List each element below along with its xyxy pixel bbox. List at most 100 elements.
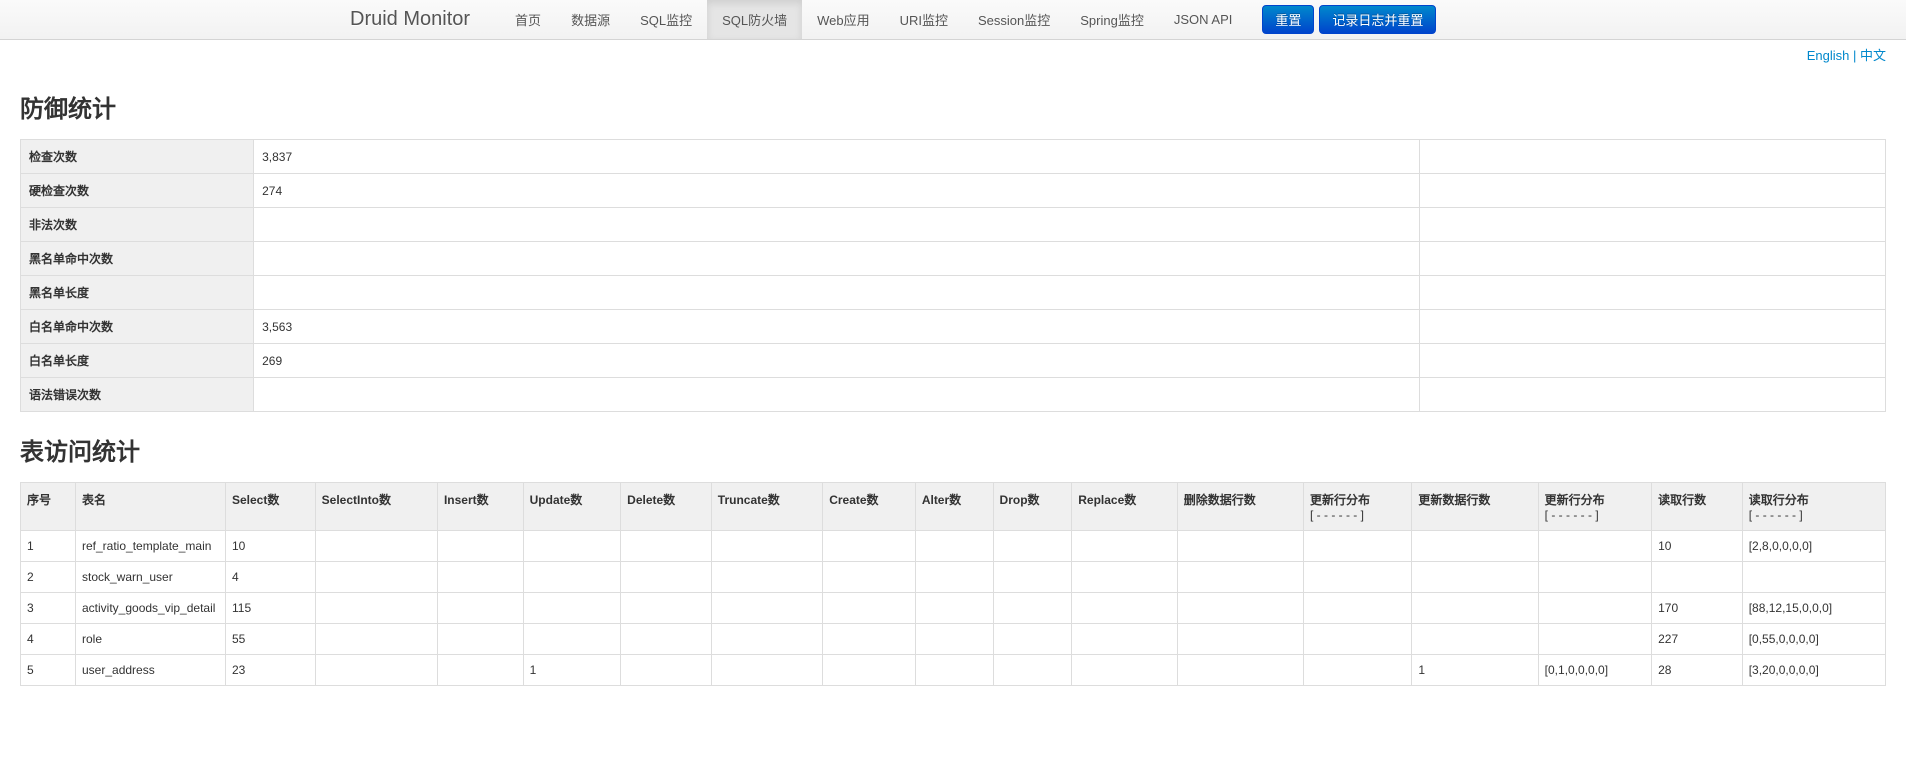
defense-label: 硬检查次数: [21, 174, 254, 208]
defense-spacer: [1419, 174, 1885, 208]
nav-item-2[interactable]: SQL监控: [625, 0, 707, 39]
brand-title: Druid Monitor: [350, 8, 470, 31]
cell-insert: [437, 624, 523, 655]
cell-truncate: [711, 655, 822, 686]
th-delrows[interactable]: 删除数据行数: [1177, 483, 1303, 531]
cell-alter: [915, 562, 993, 593]
nav-item-5[interactable]: URI监控: [885, 0, 963, 39]
cell-updatedist2: [1538, 562, 1651, 593]
log-reset-button[interactable]: 记录日志并重置: [1319, 5, 1436, 34]
defense-row: 检查次数3,837: [21, 140, 1886, 174]
nav-item-7[interactable]: Spring监控: [1065, 0, 1159, 39]
cell-updatedist2: [0,1,0,0,0,0]: [1538, 655, 1651, 686]
cell-insert: [437, 593, 523, 624]
cell-insert: [437, 655, 523, 686]
th-drop[interactable]: Drop数: [993, 483, 1072, 531]
defense-spacer: [1419, 378, 1885, 412]
cell-select: 23: [226, 655, 316, 686]
th-name[interactable]: 表名: [76, 483, 226, 531]
cell-readdist: [0,55,0,0,0,0]: [1742, 624, 1885, 655]
th-replace[interactable]: Replace数: [1072, 483, 1177, 531]
defense-row: 白名单长度269: [21, 344, 1886, 378]
cell-update: [523, 593, 621, 624]
cell-name: user_address: [76, 655, 226, 686]
cell-create: [823, 531, 916, 562]
defense-spacer: [1419, 344, 1885, 378]
th-selectinto[interactable]: SelectInto数: [315, 483, 437, 531]
cell-select: 55: [226, 624, 316, 655]
cell-idx: 1: [21, 531, 76, 562]
cell-updrows: [1412, 562, 1538, 593]
cell-alter: [915, 531, 993, 562]
cell-updatedist: [1303, 562, 1411, 593]
defense-row: 语法错误次数: [21, 378, 1886, 412]
table-header-row: 序号 表名 Select数 SelectInto数 Insert数 Update…: [21, 483, 1886, 531]
cell-name: role: [76, 624, 226, 655]
th-updatedist[interactable]: 更新行分布[ - - - - - - ]: [1303, 483, 1411, 531]
cell-updatedist2: [1538, 531, 1651, 562]
cell-select: 4: [226, 562, 316, 593]
cell-truncate: [711, 624, 822, 655]
cell-readrows: 10: [1652, 531, 1743, 562]
nav-item-4[interactable]: Web应用: [802, 0, 885, 39]
th-delete[interactable]: Delete数: [621, 483, 712, 531]
cell-insert: [437, 531, 523, 562]
table-row: 1ref_ratio_template_main1010[2,8,0,0,0,0…: [21, 531, 1886, 562]
cell-updatedist: [1303, 531, 1411, 562]
cell-select: 115: [226, 593, 316, 624]
defense-label: 检查次数: [21, 140, 254, 174]
cell-updatedist2: [1538, 624, 1651, 655]
th-create[interactable]: Create数: [823, 483, 916, 531]
cell-update: [523, 624, 621, 655]
nav-item-1[interactable]: 数据源: [556, 0, 625, 39]
nav-item-0[interactable]: 首页: [500, 0, 556, 39]
lang-english-link[interactable]: English: [1807, 48, 1850, 63]
lang-chinese-link[interactable]: 中文: [1860, 48, 1886, 63]
nav-item-3[interactable]: SQL防火墙: [707, 0, 802, 39]
cell-readrows: 170: [1652, 593, 1743, 624]
nav-item-8[interactable]: JSON API: [1159, 0, 1248, 39]
defense-stats-title: 防御统计: [20, 89, 1886, 124]
cell-updatedist: [1303, 624, 1411, 655]
th-readdist[interactable]: 读取行分布[ - - - - - - ]: [1742, 483, 1885, 531]
th-alter[interactable]: Alter数: [915, 483, 993, 531]
cell-drop: [993, 624, 1072, 655]
th-update[interactable]: Update数: [523, 483, 621, 531]
cell-name: ref_ratio_template_main: [76, 531, 226, 562]
cell-updrows: [1412, 531, 1538, 562]
defense-row: 黑名单长度: [21, 276, 1886, 310]
cell-idx: 5: [21, 655, 76, 686]
defense-label: 非法次数: [21, 208, 254, 242]
cell-update: [523, 531, 621, 562]
cell-delrows: [1177, 624, 1303, 655]
cell-drop: [993, 562, 1072, 593]
cell-updatedist: [1303, 593, 1411, 624]
nav-item-6[interactable]: Session监控: [963, 0, 1065, 39]
th-updatedist2[interactable]: 更新行分布[ - - - - - - ]: [1538, 483, 1651, 531]
cell-readrows: 227: [1652, 624, 1743, 655]
cell-readrows: 28: [1652, 655, 1743, 686]
th-idx[interactable]: 序号: [21, 483, 76, 531]
cell-updrows: 1: [1412, 655, 1538, 686]
language-switch: English | 中文: [0, 40, 1906, 69]
cell-delrows: [1177, 655, 1303, 686]
cell-replace: [1072, 655, 1177, 686]
cell-alter: [915, 624, 993, 655]
cell-selectinto: [315, 655, 437, 686]
defense-row: 黑名单命中次数: [21, 242, 1886, 276]
cell-delete: [621, 562, 712, 593]
cell-idx: 2: [21, 562, 76, 593]
th-insert[interactable]: Insert数: [437, 483, 523, 531]
cell-drop: [993, 593, 1072, 624]
th-updrows[interactable]: 更新数据行数: [1412, 483, 1538, 531]
cell-update: [523, 562, 621, 593]
th-truncate[interactable]: Truncate数: [711, 483, 822, 531]
th-select[interactable]: Select数: [226, 483, 316, 531]
defense-value: 274: [254, 174, 1420, 208]
cell-drop: [993, 655, 1072, 686]
reset-button[interactable]: 重置: [1262, 5, 1314, 34]
th-readrows[interactable]: 读取行数: [1652, 483, 1743, 531]
defense-spacer: [1419, 276, 1885, 310]
defense-spacer: [1419, 242, 1885, 276]
cell-truncate: [711, 593, 822, 624]
